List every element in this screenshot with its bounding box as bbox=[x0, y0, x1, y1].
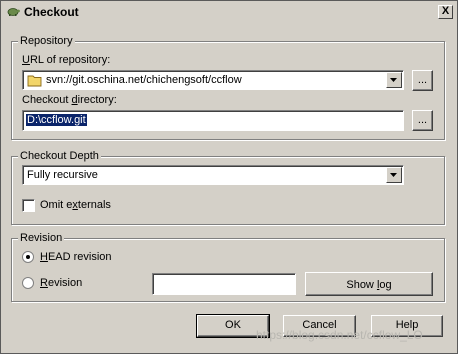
chevron-down-icon bbox=[390, 173, 397, 177]
url-browse-button[interactable]: ... bbox=[412, 70, 433, 91]
url-dropdown-button[interactable] bbox=[386, 72, 402, 88]
watermark: https://blog.csdn.net/ccflow_LO bbox=[256, 328, 423, 342]
depth-dropdown-button[interactable] bbox=[386, 167, 402, 183]
revision-number-input[interactable] bbox=[152, 273, 296, 295]
revision-radio[interactable] bbox=[22, 277, 34, 289]
head-revision-label: HEAD revision bbox=[40, 251, 112, 263]
url-value: svn://git.oschina.net/chichengsoft/ccflo… bbox=[46, 74, 242, 86]
dialog-title: Checkout bbox=[24, 5, 79, 19]
chevron-down-icon bbox=[390, 78, 397, 82]
checkout-directory-label: Checkout directory: bbox=[22, 94, 117, 106]
depth-combobox[interactable]: Fully recursive bbox=[22, 165, 404, 185]
radio-selected-dot bbox=[26, 255, 30, 259]
close-icon: X bbox=[441, 5, 450, 17]
turtle-icon bbox=[7, 8, 20, 16]
head-revision-radio[interactable] bbox=[22, 251, 34, 263]
checkout-dialog: Checkout X Repository URL of repository:… bbox=[0, 0, 458, 354]
directory-browse-button[interactable]: ... bbox=[412, 110, 433, 131]
close-button[interactable]: X bbox=[438, 5, 453, 19]
title-bar: Checkout X bbox=[2, 2, 456, 21]
checkout-directory-value: D:\ccflow.git bbox=[26, 114, 87, 126]
omit-externals-label: Omit externals bbox=[40, 199, 111, 211]
checkout-depth-group-label: Checkout Depth bbox=[18, 150, 101, 162]
checkout-directory-input[interactable]: D:\ccflow.git bbox=[22, 110, 404, 131]
repository-group-label: Repository bbox=[18, 35, 75, 47]
depth-value: Fully recursive bbox=[27, 169, 98, 181]
url-combobox[interactable]: svn://git.oschina.net/chichengsoft/ccflo… bbox=[22, 70, 404, 90]
revision-group-label: Revision bbox=[18, 232, 65, 244]
show-log-button[interactable]: Show log bbox=[305, 272, 433, 296]
folder-icon bbox=[27, 75, 42, 87]
omit-externals-checkbox[interactable] bbox=[22, 199, 35, 212]
revision-label: Revision bbox=[40, 277, 83, 289]
url-label: URL of repository: bbox=[22, 54, 111, 66]
